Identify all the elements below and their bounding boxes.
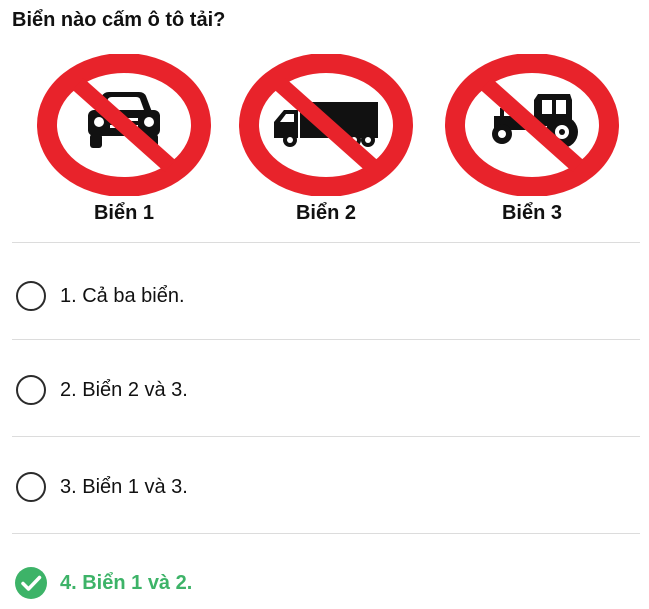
question-text: Biển nào cấm ô tô tải? xyxy=(12,9,226,31)
no-tractor-sign-icon xyxy=(445,54,619,196)
option-3[interactable]: 3. Biển 1 và 3. xyxy=(12,467,640,507)
option-2[interactable]: 2. Biển 2 và 3. xyxy=(12,370,640,410)
divider xyxy=(12,242,640,243)
divider xyxy=(12,533,640,534)
sign-3-label: Biển 3 xyxy=(501,202,563,224)
sign-1-label: Biển 1 xyxy=(93,202,155,224)
option-1-label: 1. Cả ba biển. xyxy=(60,285,185,307)
option-4[interactable]: 4. Biển 1 và 2. xyxy=(12,563,640,603)
sign-2-label: Biển 2 xyxy=(295,202,357,224)
option-4-label: 4. Biển 1 và 2. xyxy=(60,572,193,594)
sign-1: Biển 1 xyxy=(36,50,212,230)
no-truck-sign-icon xyxy=(239,54,413,196)
radio-unselected-icon[interactable] xyxy=(16,281,46,311)
divider xyxy=(12,339,640,340)
check-circle-icon[interactable] xyxy=(14,566,48,600)
radio-unselected-icon[interactable] xyxy=(16,375,46,405)
sign-2: Biển 2 xyxy=(238,50,414,230)
no-car-sign-icon xyxy=(37,54,211,196)
radio-unselected-icon[interactable] xyxy=(16,472,46,502)
option-2-label: 2. Biển 2 và 3. xyxy=(60,379,188,401)
option-3-label: 3. Biển 1 và 3. xyxy=(60,476,188,498)
signs-row: Biển 1 Biển 2 Biển 3 xyxy=(0,50,649,230)
divider xyxy=(12,436,640,437)
sign-3: Biển 3 xyxy=(444,50,620,230)
option-1[interactable]: 1. Cả ba biển. xyxy=(12,276,640,316)
